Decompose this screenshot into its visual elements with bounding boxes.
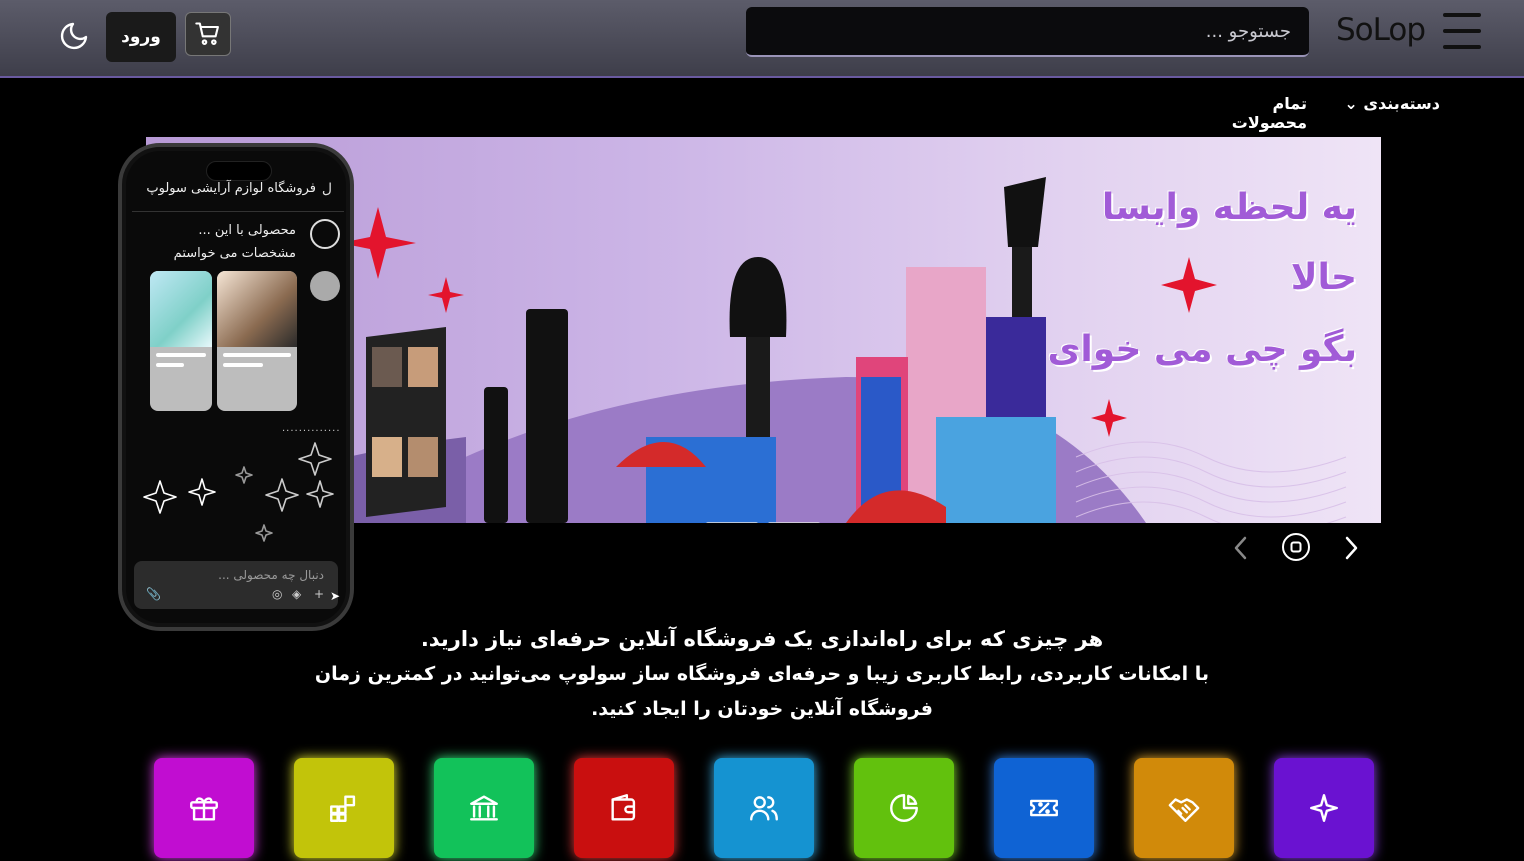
banner-indicator[interactable]: [706, 522, 758, 523]
target-icon[interactable]: ◎: [272, 587, 282, 601]
feature-tile-apps[interactable]: [294, 758, 394, 858]
banner-headline-3: بگو چی می خوای: [1047, 329, 1357, 370]
discount-icon: [1030, 799, 1058, 817]
store-avatar: ل: [321, 181, 332, 197]
phone-chat-input: 📎 ◎ ◈ + ➤: [134, 561, 340, 609]
nav-categories[interactable]: دسته‌بندی ⌄: [1340, 94, 1440, 113]
attachment-icon[interactable]: 📎: [146, 587, 161, 601]
bank-icon: [470, 795, 498, 821]
menu-icon[interactable]: [1443, 13, 1481, 51]
pie-chart-icon: [890, 794, 918, 822]
intro-line-1: هر چیزی که برای راه‌اندازی یک فروشگاه آن…: [420, 627, 1104, 651]
nav-all-products[interactable]: تمام محصولات: [1195, 94, 1307, 132]
feature-tile-bank[interactable]: [434, 758, 534, 858]
feature-tile-discount[interactable]: [994, 758, 1094, 858]
banner-headline-2: حالا: [1290, 257, 1357, 298]
globe-icon[interactable]: ◈: [292, 587, 301, 601]
feature-tile-handshake[interactable]: [1134, 758, 1234, 858]
sparkle-decoration: [143, 442, 334, 542]
intro-line-3: فروشگاه آنلاین خودتان را ایجاد کنید.: [591, 698, 933, 720]
chevron-left-icon[interactable]: [1230, 534, 1252, 562]
phone-notch: [206, 161, 272, 181]
search-bar: [746, 7, 1309, 57]
loading-dots: ...............: [282, 423, 340, 434]
users-icon: [750, 796, 778, 821]
phone-mockup: ل فروشگاه لوازم آرایشی سولوپ محصولی با ا…: [118, 143, 354, 631]
wallet-icon: [611, 794, 636, 821]
user-avatar: [310, 219, 340, 249]
feature-tile-wallet[interactable]: [574, 758, 674, 858]
logo[interactable]: SoLop: [1336, 12, 1426, 48]
header: SoLop ورود: [0, 0, 1524, 78]
cart-icon: [195, 22, 219, 45]
banner-indicators: [706, 511, 830, 523]
bot-avatar: [310, 271, 340, 301]
banner-indicator[interactable]: [768, 522, 820, 523]
pause-icon[interactable]: [1281, 532, 1311, 562]
feature-tile-chart[interactable]: [854, 758, 954, 858]
chevron-right-icon[interactable]: [1340, 534, 1362, 562]
chat-tools: 📎 ◎ ◈ + ➤: [144, 587, 340, 605]
login-button[interactable]: ورود: [106, 12, 176, 62]
plus-icon[interactable]: +: [314, 587, 324, 601]
cart-button[interactable]: [185, 12, 231, 56]
moon-icon[interactable]: [58, 20, 90, 52]
gift-icon: [190, 797, 218, 821]
phone-search-input[interactable]: [144, 565, 324, 585]
product-card[interactable]: [150, 271, 212, 411]
banner-headline-1: یه لحظه وایسا: [1101, 187, 1357, 228]
handshake-icon: [1168, 798, 1200, 822]
intro-text: هر چیزی که برای راه‌اندازی یک فروشگاه آن…: [300, 622, 1224, 727]
phone-chat-title: فروشگاه لوازم آرایشی سولوپ: [146, 181, 316, 196]
apps-icon: [330, 795, 356, 822]
sparkle-icon: [1310, 794, 1338, 822]
intro-line-2: با امکانات کاربردی، رابط کاربری زیبا و ح…: [314, 663, 1210, 685]
feature-tile-users[interactable]: [714, 758, 814, 858]
cursor-icon: ➤: [330, 589, 341, 603]
feature-tile-sparkle[interactable]: [1274, 758, 1374, 858]
chat-message: محصولی با این ... مشخصات می خواستم: [173, 223, 296, 261]
search-input[interactable]: [746, 7, 1309, 55]
product-card[interactable]: [217, 271, 297, 411]
feature-tile-gift[interactable]: [154, 758, 254, 858]
divider: [132, 211, 344, 212]
